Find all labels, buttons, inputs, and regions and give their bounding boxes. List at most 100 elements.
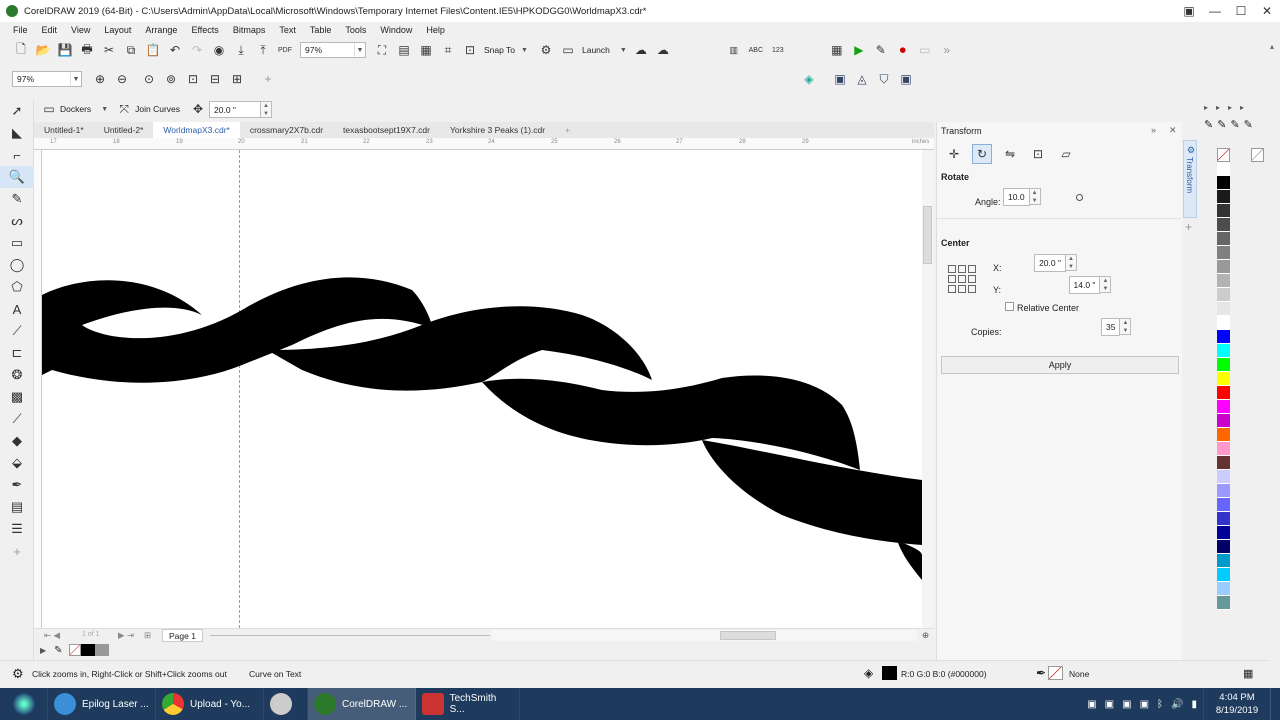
anchor-grid[interactable]: [948, 265, 976, 293]
color-swatch[interactable]: [1217, 372, 1230, 386]
distance-spinner[interactable]: ▲ ▼: [260, 100, 273, 118]
options-gear-icon[interactable]: ⚙: [536, 40, 556, 60]
ellipse-tool-icon[interactable]: ◯: [0, 254, 34, 276]
tray-icon[interactable]: ▣: [1105, 699, 1114, 710]
color-swatch[interactable]: [1217, 498, 1230, 512]
zoom-all-icon[interactable]: ⊚: [161, 69, 181, 89]
show-grid-icon[interactable]: ▦: [416, 40, 436, 60]
launch-menu[interactable]: Launch: [582, 45, 610, 55]
eyedropper-tool-icon[interactable]: ⟋: [0, 408, 34, 430]
full-screen-icon[interactable]: ⛶: [372, 40, 392, 60]
eyedropper-icon[interactable]: ✎: [1244, 118, 1253, 131]
run-macro-icon[interactable]: ▶: [849, 40, 869, 60]
status-options-icon[interactable]: ▦: [1243, 667, 1253, 680]
taskbar-item-epilog[interactable]: Epilog Laser ...: [48, 688, 156, 720]
color-swatch[interactable]: [1217, 218, 1230, 232]
more-icon[interactable]: »: [937, 40, 957, 60]
snap-to-menu[interactable]: Snap To: [484, 45, 515, 55]
menu-table[interactable]: Table: [310, 25, 332, 35]
swatch-gray[interactable]: [94, 644, 109, 656]
close-button[interactable]: ✕: [1254, 0, 1280, 22]
transform-docker-tab[interactable]: ⚙ Transform: [1183, 140, 1197, 218]
twisted-rope-shape[interactable]: [42, 150, 922, 628]
menu-arrange[interactable]: Arrange: [145, 25, 177, 35]
docker-icon-4[interactable]: ▣: [896, 69, 916, 89]
eyedropper-icon[interactable]: ✎: [1217, 118, 1226, 131]
join-curves-button[interactable]: Join Curves: [135, 104, 180, 114]
start-button[interactable]: [0, 688, 48, 720]
docker-icon-2[interactable]: ◬: [852, 69, 872, 89]
mirror-icon[interactable]: ⇋: [1000, 144, 1020, 164]
color-swatch[interactable]: [1217, 386, 1230, 400]
color-swatch[interactable]: [1217, 582, 1230, 596]
artistic-media-icon[interactable]: ᔕ: [0, 210, 34, 232]
color-swatch[interactable]: [1217, 540, 1230, 554]
fill-bucket-icon[interactable]: ◈: [864, 666, 873, 680]
color-swatch[interactable]: [1217, 176, 1230, 190]
clock[interactable]: 4:04 PM 8/19/2019: [1204, 691, 1270, 717]
tray-icon[interactable]: ▣: [1087, 699, 1096, 710]
next-page-icon[interactable]: ▶ ⇥: [118, 630, 134, 641]
drawing-canvas[interactable]: [42, 150, 922, 628]
position-icon[interactable]: ✛: [944, 144, 964, 164]
bluetooth-icon[interactable]: ᛒ: [1157, 699, 1163, 710]
color-swatch[interactable]: [1217, 554, 1230, 568]
color-swatch[interactable]: [1217, 414, 1230, 428]
taskbar-item-coreldraw[interactable]: CorelDRAW ...: [308, 688, 416, 720]
distance-field[interactable]: 20.0 " ▲ ▼: [209, 100, 273, 118]
no-color-swatch[interactable]: [68, 644, 81, 656]
center-y-field[interactable]: 14.0 " ▲ ▼: [1068, 276, 1112, 294]
skew-icon[interactable]: ▱: [1056, 144, 1076, 164]
undo-icon[interactable]: ↶: [165, 40, 185, 60]
zoom-in-icon[interactable]: ⊕: [90, 69, 110, 89]
color-swatch[interactable]: [1217, 274, 1230, 288]
volume-icon[interactable]: 🔊: [1171, 699, 1183, 710]
connector-tool-icon[interactable]: ⊏: [0, 342, 34, 364]
fill-swatch[interactable]: [882, 666, 897, 680]
menu-view[interactable]: View: [71, 25, 90, 35]
shape-tool-icon[interactable]: ◣: [0, 122, 34, 144]
color-swatch[interactable]: [1217, 204, 1230, 218]
eyedropper-icon[interactable]: ✎: [54, 645, 62, 656]
horizontal-scrollbar[interactable]: [492, 630, 917, 641]
no-fill-swatch[interactable]: [1217, 148, 1230, 162]
download-cloud-icon[interactable]: ☁: [653, 40, 673, 60]
open-icon[interactable]: 📂: [33, 40, 53, 60]
zoom-level-combo[interactable]: 97% ▼: [300, 42, 366, 58]
color-swatch[interactable]: [1217, 316, 1230, 330]
minimize-button[interactable]: —: [1202, 0, 1228, 22]
tray-icon[interactable]: ▣: [1122, 699, 1131, 710]
help-icon[interactable]: ▣: [1176, 0, 1202, 22]
zoom-navigator-icon[interactable]: ⊕: [922, 630, 929, 641]
color-swatch[interactable]: [1217, 456, 1230, 470]
zoom-out-icon[interactable]: ⊖: [112, 69, 132, 89]
rectangle-tool-icon[interactable]: ▭: [0, 232, 34, 254]
settings-gear-icon[interactable]: ⚙: [12, 666, 24, 682]
color-swatch[interactable]: [1217, 358, 1230, 372]
copies-field[interactable]: 35 ▲ ▼: [1100, 318, 1132, 336]
relative-center-checkbox[interactable]: [1005, 302, 1014, 311]
adjust-icon[interactable]: ☰: [0, 518, 34, 540]
taskbar-item-techsmith[interactable]: TechSmith S...: [416, 688, 520, 720]
swatch-black[interactable]: [80, 644, 95, 656]
tab-worldmapx3[interactable]: WorldmapX3.cdr*: [153, 122, 240, 138]
apply-button[interactable]: Apply: [941, 356, 1179, 374]
docker-icon-1[interactable]: ▣: [830, 69, 850, 89]
angle-field[interactable]: 10.0 ▲ ▼: [1003, 188, 1041, 206]
tab-yorkshire[interactable]: Yorkshire 3 Peaks (1).cdr: [440, 122, 555, 138]
paste-icon[interactable]: 📋: [143, 40, 163, 60]
taskbar-item-upload[interactable]: Upload - Yo...: [156, 688, 264, 720]
blend-tool-icon[interactable]: ❂: [0, 364, 34, 386]
publish-pdf-icon[interactable]: PDF: [275, 40, 295, 60]
page-tab[interactable]: Page 1: [162, 629, 203, 642]
show-rulers-icon[interactable]: ▤: [394, 40, 414, 60]
color-swatch[interactable]: [1217, 484, 1230, 498]
new-document-icon[interactable]: 🗋: [11, 40, 31, 60]
horizontal-ruler[interactable]: 17 18 19 20 21 22 23 24 25 26 27 28 29 i…: [34, 138, 934, 150]
tray-icon[interactable]: ▣: [1140, 699, 1149, 710]
rotate-icon[interactable]: ↻: [972, 144, 992, 164]
freehand-tool-icon[interactable]: ✎: [0, 188, 34, 210]
zoom-selected-icon[interactable]: ⊙: [139, 69, 159, 89]
menu-tools[interactable]: Tools: [345, 25, 366, 35]
docker-icon-3[interactable]: ⛉: [874, 69, 894, 89]
